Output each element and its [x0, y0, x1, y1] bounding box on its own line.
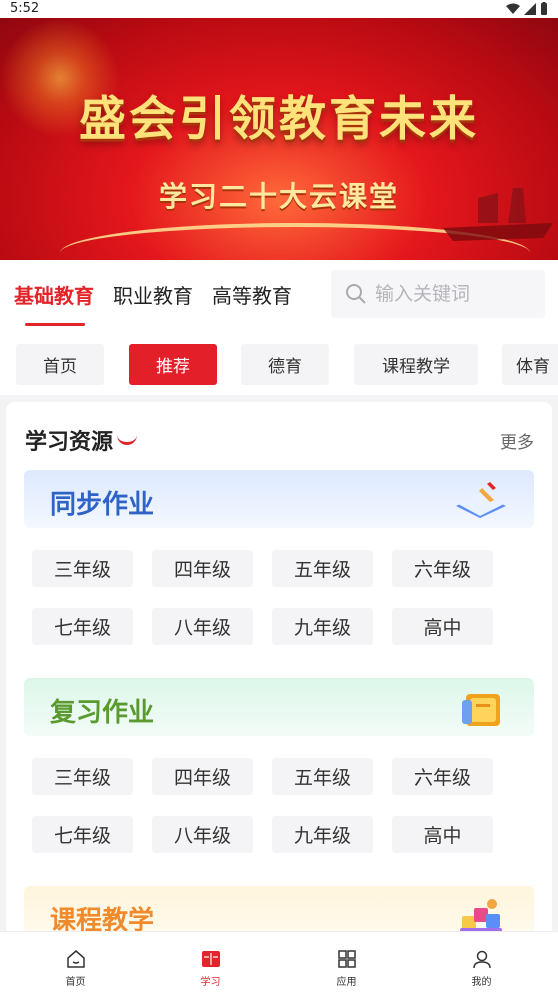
grade-button[interactable]: 九年级 — [272, 608, 373, 645]
grade-button[interactable]: 五年级 — [272, 758, 373, 795]
tab-vocational-education[interactable]: 职业教育 — [113, 280, 193, 309]
grade-button[interactable]: 高中 — [392, 608, 493, 645]
resources-card: 学习资源 更多 同步作业 三年级 四年级 五年级 六年级 七年级 八年级 九年级… — [6, 402, 552, 942]
tabbar-apps-label: 应用 — [336, 977, 357, 988]
grade-button[interactable]: 八年级 — [152, 608, 253, 645]
tabbar-profile[interactable]: 我的 — [412, 932, 551, 993]
review-homework-title: 复习作业 — [50, 698, 155, 728]
home-icon — [67, 950, 85, 968]
tabbar-home[interactable]: 首页 — [6, 932, 145, 993]
tabbar-apps[interactable]: 应用 — [277, 932, 416, 993]
grade-button[interactable]: 八年级 — [152, 816, 253, 853]
battery-icon — [541, 2, 547, 15]
main-tabs-row: 基础教育 职业教育 高等教育 — [0, 260, 558, 327]
grade-button[interactable]: 七年级 — [32, 816, 133, 853]
notebook-pen-icon — [456, 482, 506, 518]
active-tab-indicator — [25, 323, 85, 326]
chip-sports[interactable]: 体育 — [502, 344, 558, 385]
sync-homework-block: 同步作业 三年级 四年级 五年级 六年级 七年级 八年级 九年级 高中 — [24, 470, 534, 645]
tabbar-home-label: 首页 — [65, 977, 86, 988]
search-icon — [346, 284, 366, 304]
grade-button[interactable]: 四年级 — [152, 550, 253, 587]
review-homework-block: 复习作业 三年级 四年级 五年级 六年级 七年级 八年级 九年级 高中 — [24, 678, 534, 853]
chip-home[interactable]: 首页 — [16, 344, 104, 385]
tab-basic-education[interactable]: 基础教育 — [14, 280, 94, 309]
banner-title: 盛会引领教育未来 — [79, 92, 479, 147]
more-link[interactable]: 更多 — [500, 428, 534, 453]
grade-button[interactable]: 五年级 — [272, 550, 373, 587]
grade-button[interactable]: 三年级 — [32, 758, 133, 795]
ship-icon — [443, 188, 553, 241]
tabbar-study[interactable]: 学习 — [141, 932, 280, 993]
review-book-icon — [462, 694, 500, 726]
grade-button[interactable]: 六年级 — [392, 550, 493, 587]
status-icons — [506, 2, 548, 15]
status-bar: 5:52 — [0, 0, 558, 18]
profile-icon — [473, 950, 491, 969]
resources-title: 学习资源 — [25, 424, 138, 456]
chip-course-teaching[interactable]: 课程教学 — [354, 344, 478, 385]
review-homework-header[interactable]: 复习作业 — [24, 678, 534, 736]
banner[interactable]: 盛会引领教育未来 学习二十大云课堂 — [0, 18, 558, 260]
tabbar-profile-label: 我的 — [471, 977, 492, 988]
category-chips: 首页 推荐 德育 课程教学 体育 — [0, 327, 558, 395]
chip-moral[interactable]: 德育 — [241, 344, 329, 385]
signal-icon — [524, 2, 536, 15]
smile-icon — [117, 435, 138, 445]
status-time: 5:52 — [10, 1, 40, 16]
bottom-tab-bar: 首页 学习 应用 我的 — [0, 931, 558, 993]
grade-button[interactable]: 四年级 — [152, 758, 253, 795]
search-input[interactable] — [375, 283, 525, 305]
grade-button[interactable]: 三年级 — [32, 550, 133, 587]
grade-button[interactable]: 九年级 — [272, 816, 373, 853]
search-box[interactable] — [331, 270, 545, 318]
sync-homework-title: 同步作业 — [50, 490, 155, 520]
resources-title-text: 学习资源 — [25, 430, 114, 455]
study-icon — [202, 951, 220, 967]
chip-recommend[interactable]: 推荐 — [129, 344, 217, 385]
grade-button[interactable]: 高中 — [392, 816, 493, 853]
sync-homework-header[interactable]: 同步作业 — [24, 470, 534, 528]
wifi-icon — [506, 3, 520, 14]
apps-grid-icon — [338, 950, 356, 968]
tab-higher-education[interactable]: 高等教育 — [212, 280, 292, 309]
grade-button[interactable]: 七年级 — [32, 608, 133, 645]
grade-button[interactable]: 六年级 — [392, 758, 493, 795]
tabbar-study-label: 学习 — [200, 977, 221, 988]
